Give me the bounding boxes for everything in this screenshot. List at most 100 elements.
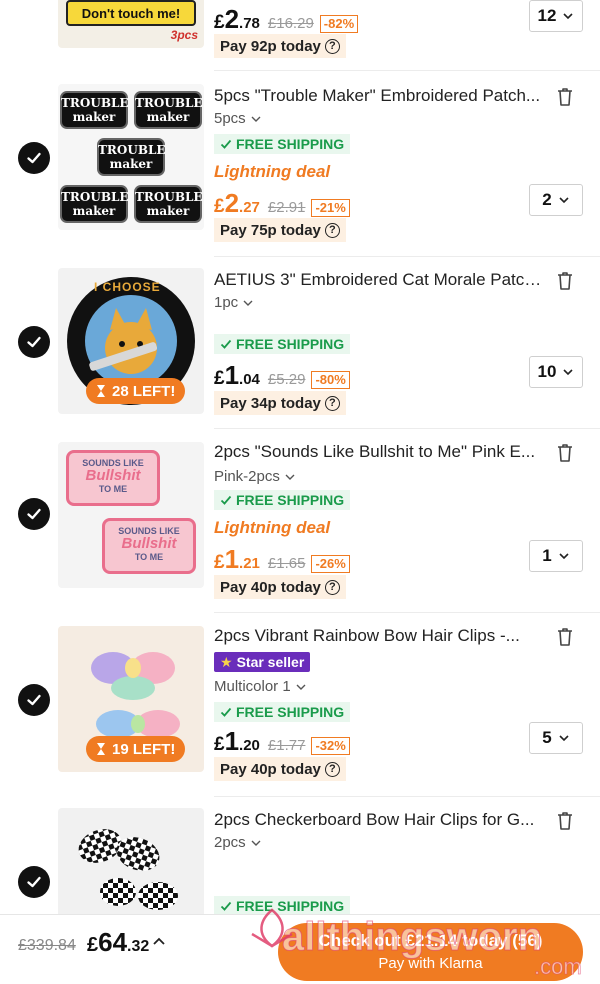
variant-select[interactable]: Pink-2pcs: [214, 468, 296, 486]
price-decimal: .78: [239, 15, 260, 32]
divider: [214, 796, 600, 797]
select-checkbox[interactable]: [18, 684, 50, 716]
star-icon: ★: [220, 653, 233, 670]
lightning-deal-label: Lightning deal: [214, 162, 331, 181]
free-shipping-badge: FREE SHIPPING: [214, 134, 351, 154]
pay-today-text: Pay 40p today: [220, 760, 321, 778]
quantity-select[interactable]: 2: [529, 184, 583, 216]
divider: [214, 256, 600, 257]
quantity-value: 12: [537, 6, 557, 25]
product-title[interactable]: 5pcs "Trouble Maker" Embroidered Patch..…: [214, 86, 544, 106]
quantity-value: 2: [542, 190, 552, 209]
trash-icon[interactable]: [555, 442, 575, 464]
variant-select[interactable]: 5pcs: [214, 110, 262, 128]
price: £ 2 .27 £2.91 -21%: [214, 188, 350, 219]
quantity-value: 1: [542, 546, 552, 565]
checkout-button[interactable]: Check out £21.14 today (56) Pay with Kla…: [278, 923, 583, 981]
product-thumbnail[interactable]: SOUNDS LIKE Bullshit TO ME SOUNDS LIKE B…: [58, 442, 204, 588]
keychain-tag: Don't touch me!: [66, 0, 196, 26]
variant-select[interactable]: 1pc: [214, 294, 254, 312]
pay-today-text: Pay 34p today: [220, 394, 321, 412]
discount-badge: -26%: [311, 555, 350, 573]
price-currency: £: [214, 12, 225, 33]
price-decimal: .27: [239, 199, 260, 216]
shipping-text: FREE SHIPPING: [236, 492, 345, 508]
free-shipping-badge: FREE SHIPPING: [214, 334, 351, 354]
help-icon[interactable]: ?: [324, 222, 340, 238]
variant-value: 2pcs: [214, 834, 246, 851]
checkout-bar: £339.84 £ 64 .32 Check out £21.14 today …: [0, 914, 600, 984]
stock-text: 28 LEFT!: [112, 382, 176, 400]
trash-icon[interactable]: [555, 626, 575, 648]
discount-badge: -80%: [311, 371, 350, 389]
chevron-down-icon: [559, 553, 569, 560]
quantity-select[interactable]: 1: [529, 540, 583, 572]
checkmark-icon: [27, 508, 41, 520]
cart-total[interactable]: £ 64 .32: [87, 927, 149, 958]
chevron-up-icon[interactable]: [152, 935, 166, 949]
quantity-select[interactable]: 5: [529, 722, 583, 754]
select-checkbox[interactable]: [18, 142, 50, 174]
star-seller-badge: ★ Star seller: [214, 652, 311, 672]
thumb-note: 3pcs: [170, 28, 198, 42]
quantity-value: 5: [542, 728, 552, 747]
star-seller-text: Star seller: [236, 654, 305, 670]
variant-select[interactable]: 2pcs: [214, 834, 262, 852]
help-icon[interactable]: ?: [324, 761, 340, 777]
patch-label: TROUBLE maker: [98, 143, 166, 171]
cart-item: 19 LEFT! 2pcs Vibrant Rainbow Bow Hair C…: [0, 622, 600, 792]
price: £ 1 .20 £1.77 -32%: [214, 726, 350, 757]
quantity-select[interactable]: 10: [529, 356, 583, 388]
select-checkbox[interactable]: [18, 498, 50, 530]
product-title[interactable]: 2pcs "Sounds Like Bullshit to Me" Pink E…: [214, 442, 544, 462]
lightning-deal-label: Lightning deal: [214, 518, 331, 537]
original-price: £16.29: [267, 15, 314, 32]
divider: [214, 428, 600, 429]
product-title[interactable]: AETIUS 3" Embroidered Cat Morale Patch..…: [214, 270, 544, 290]
patch-bot-text: TO ME: [98, 484, 128, 494]
variant-select[interactable]: Multicolor 1: [214, 678, 307, 696]
chevron-down-icon: [563, 13, 574, 20]
price-decimal: .20: [239, 737, 260, 754]
price: £ 2 .78 £16.29 -82%: [214, 4, 359, 35]
cart-item: 2pcs Checkerboard Bow Hair Clips for G..…: [0, 806, 600, 914]
price-whole: 2: [224, 188, 240, 218]
price-decimal: .04: [239, 371, 260, 388]
trash-icon[interactable]: [555, 270, 575, 292]
product-thumbnail[interactable]: [58, 808, 204, 914]
quantity-select[interactable]: 12: [529, 0, 583, 32]
price: £ 1 .21 £1.65 -26%: [214, 544, 350, 575]
trash-icon[interactable]: [555, 86, 575, 108]
product-thumbnail[interactable]: TROUBLE maker TROUBLE maker TROUBLE maker T…: [58, 84, 204, 230]
product-thumbnail[interactable]: I CHOOSE 28 LEFT!: [58, 268, 204, 414]
checkerboard-bows: [78, 829, 178, 910]
product-title[interactable]: 2pcs Vibrant Rainbow Bow Hair Clips -...: [214, 626, 544, 646]
shipping-text: FREE SHIPPING: [236, 704, 345, 720]
select-checkbox[interactable]: [18, 326, 50, 358]
pay-today-text: Pay 40p today: [220, 578, 321, 596]
original-price: £5.29: [267, 371, 306, 388]
patch-bot-text: TO ME: [134, 552, 164, 562]
select-checkbox[interactable]: [18, 866, 50, 898]
product-thumbnail[interactable]: Don't touch me! 3pcs: [58, 0, 204, 48]
free-shipping-badge: FREE SHIPPING: [214, 702, 351, 722]
pay-today-text: Pay 75p today: [220, 221, 321, 239]
price-whole: 1: [224, 360, 240, 390]
patch-label: TROUBLE maker: [61, 96, 129, 124]
checkout-label: Check out £21.14 today (56): [318, 931, 543, 950]
cart-item: I CHOOSE 28 LEFT! AETIUS 3" Embroidered …: [0, 266, 600, 426]
checkmark-icon: [27, 152, 41, 164]
trash-icon[interactable]: [555, 810, 575, 832]
check-icon: [220, 339, 232, 349]
product-thumbnail[interactable]: 19 LEFT!: [58, 626, 204, 772]
free-shipping-badge: FREE SHIPPING: [214, 896, 351, 914]
product-title[interactable]: 2pcs Checkerboard Bow Hair Clips for G..…: [214, 810, 544, 830]
help-icon[interactable]: ?: [324, 395, 340, 411]
price-currency: £: [214, 196, 225, 217]
patch-label: TROUBLE maker: [135, 96, 203, 124]
help-icon[interactable]: ?: [324, 38, 340, 54]
discount-badge: -21%: [311, 199, 350, 217]
pay-today-label: Pay 75p today ?: [214, 218, 346, 242]
help-icon[interactable]: ?: [324, 579, 340, 595]
pay-today-label: Pay 92p today ?: [214, 34, 346, 58]
